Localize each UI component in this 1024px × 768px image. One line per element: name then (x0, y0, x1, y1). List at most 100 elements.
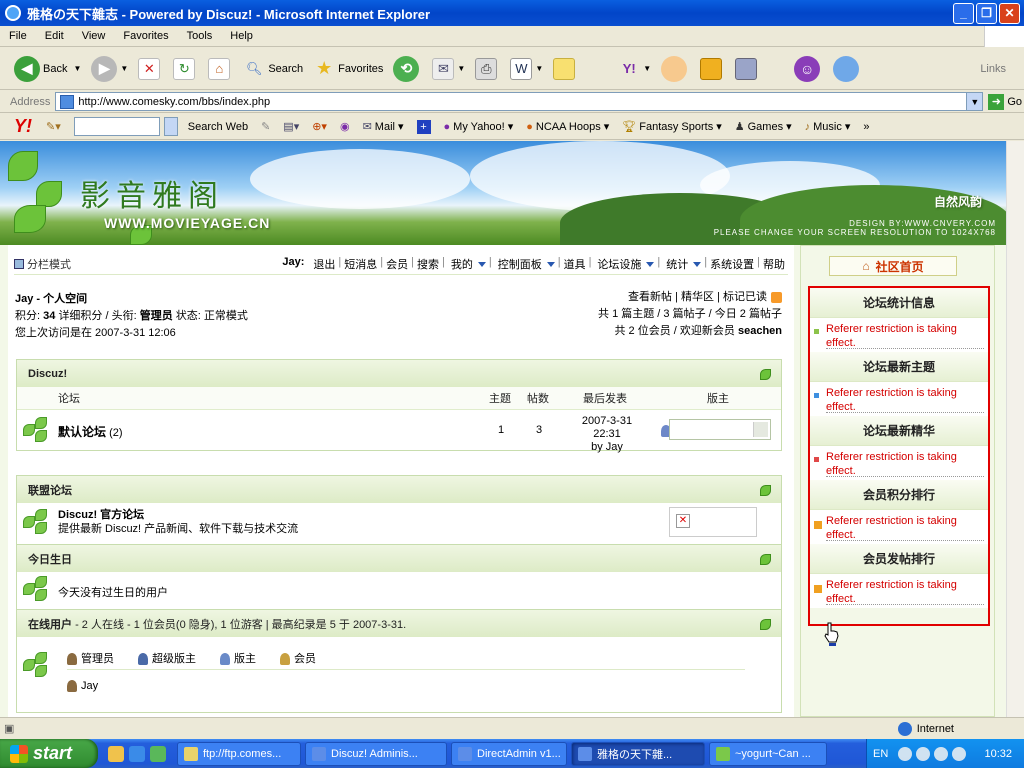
menu-file[interactable]: File (0, 30, 36, 42)
nav-logout[interactable]: 退出 (310, 256, 338, 272)
windows-logo-icon (984, 26, 1024, 47)
task-current-page[interactable]: 雅格の天下雜... (571, 741, 705, 766)
forum-summary: 查看新帖 | 精华区 | 标记已读 共 1 篇主题 / 3 篇帖子 / 今日 2… (598, 289, 782, 340)
category-header[interactable]: Discuz! (17, 360, 781, 387)
back-button[interactable]: ◀ Back ▼ (14, 55, 81, 82)
address-input[interactable]: http://www.comesky.com/bbs/index.php (55, 92, 968, 111)
yahoo-logo[interactable]: Y! (14, 116, 32, 137)
vertical-scrollbar[interactable] (1006, 141, 1024, 717)
moderator-select[interactable] (669, 419, 771, 440)
yahoo-search-dropdown[interactable] (163, 117, 178, 136)
menu-edit[interactable]: Edit (36, 30, 73, 42)
points-detail-link[interactable]: 详细积分 / 头衔: (58, 310, 136, 322)
address-dropdown[interactable]: ▼ (967, 92, 984, 111)
games-button[interactable]: ♟ Games ▾ (735, 120, 792, 134)
maximize-button[interactable]: ❐ (976, 2, 997, 24)
fantasy-sports-button[interactable]: 🏆︎ Fantasy Sports ▾ (622, 120, 721, 134)
pencil-icon[interactable]: ✎▾ (46, 120, 61, 133)
personal-space-link[interactable]: Jay - 个人空间 (15, 291, 248, 308)
forum-today-count: (2) (109, 427, 123, 439)
history-button[interactable]: ⟲ (393, 55, 422, 82)
nav-stats[interactable]: 统计 (660, 256, 704, 272)
forum-name-link[interactable]: 默认论坛 (58, 425, 106, 439)
start-button[interactable]: start (0, 739, 98, 768)
nav-messages[interactable]: 短消息 (341, 256, 380, 272)
links-label[interactable]: Links (980, 63, 1006, 75)
plus-icon[interactable]: + (416, 119, 431, 134)
yahoo-messenger-button[interactable]: ☺ (794, 55, 823, 82)
menu-view[interactable]: View (73, 30, 115, 42)
media-button[interactable] (735, 57, 760, 80)
msn-button[interactable] (833, 55, 862, 82)
yahoo-toolbar-button[interactable]: Y! ▼ (618, 58, 651, 80)
close-button[interactable]: ✕ (999, 2, 1020, 24)
community-home-button[interactable]: ⌂ 社区首页 (829, 256, 957, 276)
menu-help[interactable]: Help (221, 30, 262, 42)
minimize-button[interactable]: _ (953, 2, 974, 24)
tray-icon[interactable] (934, 746, 949, 761)
highlight-icon[interactable]: ✎ (261, 120, 270, 133)
nav-search[interactable]: 搜索 (414, 256, 442, 272)
nav-forum-tools[interactable]: 论坛设施 (591, 256, 657, 272)
online-header[interactable]: 在线用户 - 2 人在线 - 1 位会员(0 隐身), 1 位游客 | 最高纪录… (17, 610, 781, 637)
form-fill-icon[interactable]: ▤▾ (283, 120, 299, 133)
collapse-leaf-icon[interactable] (760, 369, 771, 380)
alliance-header[interactable]: 联盟论坛 (17, 476, 781, 503)
quicklaunch-icon[interactable] (150, 745, 166, 762)
discuss-button[interactable] (553, 57, 578, 80)
last-post-author[interactable]: by Jay (591, 441, 623, 453)
last-post-time[interactable]: 2007-3-31 22:31 (582, 415, 632, 440)
online-user[interactable]: Jay (67, 680, 98, 693)
nav-control-panel[interactable]: 控制面板 (492, 256, 558, 272)
task-discuz-admin[interactable]: Discuz! Adminis... (305, 741, 447, 766)
edit-button[interactable]: W ▼ (510, 57, 543, 80)
nav-my[interactable]: 我的 (445, 256, 489, 272)
toolbar-overflow-icon[interactable]: » (863, 121, 869, 133)
tray-icon[interactable] (952, 746, 967, 761)
task-directadmin[interactable]: DirectAdmin v1... (451, 741, 567, 766)
tray-icon[interactable] (898, 746, 913, 761)
widget-message: Referer restriction is taking effect. (826, 579, 957, 605)
nav-help[interactable]: 帮助 (760, 256, 788, 272)
forward-button[interactable]: ▶ ▼ (91, 55, 128, 82)
menu-favorites[interactable]: Favorites (114, 30, 177, 42)
favorites-button[interactable]: ★ Favorites (313, 58, 383, 80)
search-web-button[interactable]: Search Web (188, 121, 248, 133)
ncaa-hoops-button[interactable]: ● NCAA Hoops ▾ (526, 120, 609, 134)
search-button[interactable]: 🔍︎ Search (243, 58, 303, 80)
quick-links[interactable]: 查看新帖 | 精华区 | 标记已读 (628, 291, 767, 303)
quicklaunch-icon[interactable] (108, 745, 124, 762)
column-mode-toggle[interactable]: 分栏模式 (14, 256, 71, 272)
shield-icon[interactable]: ◉ (340, 120, 350, 133)
task-yogurt[interactable]: ~yogurt~Can ... (709, 741, 827, 766)
birthday-header[interactable]: 今日生日 (17, 545, 781, 572)
collapse-leaf-icon[interactable] (760, 619, 771, 630)
mail-button[interactable]: ✉ ▼ (432, 57, 465, 80)
go-button[interactable]: ➜ Go (988, 93, 1022, 110)
tray-icon[interactable] (916, 746, 931, 761)
collapse-leaf-icon[interactable] (760, 554, 771, 565)
nav-props[interactable]: 道具 (561, 256, 589, 272)
stop-button[interactable]: ✕ (138, 57, 163, 80)
yahoo-search-input[interactable] (73, 117, 160, 136)
yahoo-mail-button[interactable]: ✉ Mail ▾ (363, 120, 404, 134)
my-yahoo-button[interactable]: ● My Yahoo! ▾ (444, 120, 514, 134)
alliance-logo-image[interactable]: ✕ (669, 507, 757, 537)
rss-icon[interactable] (771, 291, 782, 303)
nav-settings[interactable]: 系统设置 (707, 256, 757, 272)
nav-members[interactable]: 会员 (383, 256, 411, 272)
task-ftp[interactable]: ftp://ftp.comes... (177, 741, 301, 766)
alliance-link[interactable]: Discuz! 官方论坛 (58, 509, 144, 521)
collapse-leaf-icon[interactable] (760, 485, 771, 496)
messenger-button[interactable] (661, 55, 690, 82)
research-button[interactable] (700, 57, 725, 80)
ie-quicklaunch-icon[interactable] (129, 745, 145, 762)
print-button[interactable]: ⎙ (475, 57, 500, 80)
refresh-button[interactable]: ↻ (173, 57, 198, 80)
language-indicator[interactable]: EN (873, 748, 888, 760)
home-button[interactable]: ⌂ (208, 57, 233, 80)
menu-tools[interactable]: Tools (178, 30, 222, 42)
newest-member-link[interactable]: seachen (738, 325, 782, 337)
target-icon[interactable]: ⊕▾ (312, 120, 327, 133)
music-button[interactable]: ♪ Music ▾ (805, 120, 851, 134)
